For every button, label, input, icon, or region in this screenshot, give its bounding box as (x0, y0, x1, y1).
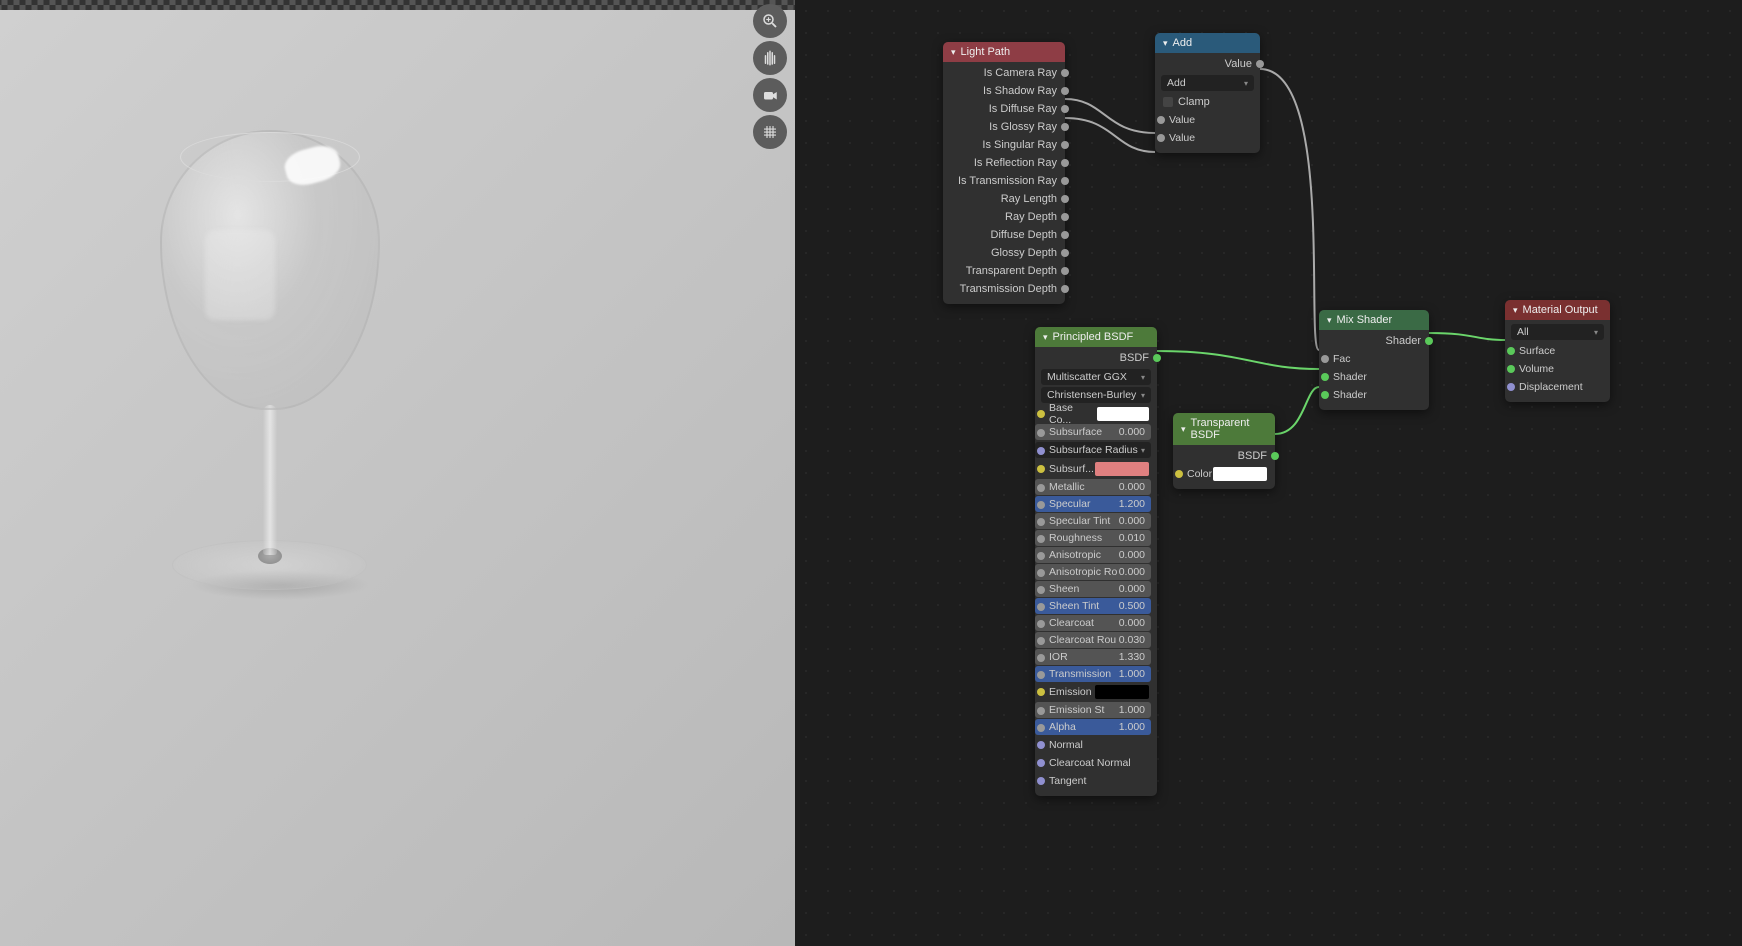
param-specular[interactable]: Specular1.200 (1035, 496, 1151, 512)
chevron-down-icon: ▾ (1513, 305, 1518, 316)
input-normal[interactable]: Normal (1035, 736, 1157, 754)
node-header[interactable]: ▾ Mix Shader (1319, 310, 1429, 330)
node-title: Mix Shader (1337, 314, 1393, 326)
input-volume[interactable]: Volume (1505, 360, 1610, 378)
output-glossy-depth[interactable]: Glossy Depth (943, 244, 1065, 262)
output-is-reflection-ray[interactable]: Is Reflection Ray (943, 154, 1065, 172)
node-title: Principled BSDF (1053, 331, 1134, 343)
node-title: Transparent BSDF (1191, 417, 1267, 441)
output-shader[interactable]: Shader (1319, 332, 1429, 350)
input-fac[interactable]: Fac (1319, 350, 1429, 368)
output-transmission-depth[interactable]: Transmission Depth (943, 280, 1065, 298)
node-header[interactable]: ▾ Material Output (1505, 300, 1610, 320)
output-value[interactable]: Value (1155, 55, 1260, 73)
node-principled-bsdf[interactable]: ▾Principled BSDF BSDF Multiscatter GGX▾ … (1035, 327, 1157, 796)
camera-icon[interactable] (753, 78, 787, 112)
distribution-dropdown[interactable]: Multiscatter GGX▾ (1041, 369, 1151, 385)
param-subsurface[interactable]: Subsurface0.000 (1035, 424, 1151, 440)
output-is-shadow-ray[interactable]: Is Shadow Ray (943, 82, 1065, 100)
param-transmission[interactable]: Transmission1.000 (1035, 666, 1151, 682)
chevron-down-icon: ▾ (1181, 424, 1186, 435)
param-subsurf---[interactable]: Subsurf... (1035, 460, 1157, 478)
param-subsurface-radius[interactable]: Subsurface Radius▾ (1035, 442, 1151, 458)
output-is-singular-ray[interactable]: Is Singular Ray (943, 136, 1065, 154)
param-sheen-tint[interactable]: Sheen Tint0.500 (1035, 598, 1151, 614)
param-sheen[interactable]: Sheen0.000 (1035, 581, 1151, 597)
chevron-down-icon: ▾ (1163, 38, 1168, 49)
pan-icon[interactable] (753, 41, 787, 75)
node-header[interactable]: ▾ Add (1155, 33, 1260, 53)
output-diffuse-depth[interactable]: Diffuse Depth (943, 226, 1065, 244)
node-title: Material Output (1523, 304, 1598, 316)
color-swatch[interactable] (1097, 407, 1149, 421)
input-tangent[interactable]: Tangent (1035, 772, 1157, 790)
param-emission[interactable]: Emission (1035, 683, 1157, 701)
chevron-down-icon: ▾ (1327, 315, 1332, 326)
param-roughness[interactable]: Roughness0.010 (1035, 530, 1151, 546)
node-editor[interactable]: ▾Light Path Is Camera RayIs Shadow RayIs… (795, 0, 1742, 946)
clamp-checkbox[interactable]: Clamp (1155, 93, 1260, 111)
output-is-diffuse-ray[interactable]: Is Diffuse Ray (943, 100, 1065, 118)
glass-3d-render (130, 130, 410, 650)
node-header[interactable]: ▾ Principled BSDF (1035, 327, 1157, 347)
input-displacement[interactable]: Displacement (1505, 378, 1610, 396)
param-emission-st[interactable]: Emission St1.000 (1035, 702, 1151, 718)
param-anisotropic[interactable]: Anisotropic0.000 (1035, 547, 1151, 563)
output-ray-depth[interactable]: Ray Depth (943, 208, 1065, 226)
grid-icon[interactable] (753, 115, 787, 149)
color-swatch[interactable] (1213, 467, 1267, 481)
param-clearcoat-rou[interactable]: Clearcoat Rou0.030 (1035, 632, 1151, 648)
output-ray-length[interactable]: Ray Length (943, 190, 1065, 208)
color-input[interactable]: Color (1173, 465, 1275, 483)
operation-dropdown[interactable]: Add▾ (1161, 75, 1254, 91)
output-is-transmission-ray[interactable]: Is Transmission Ray (943, 172, 1065, 190)
input-shader-2[interactable]: Shader (1319, 386, 1429, 404)
node-add-math[interactable]: ▾ Add Value Add▾ Clamp Value Value (1155, 33, 1260, 153)
input-shader-1[interactable]: Shader (1319, 368, 1429, 386)
output-bsdf[interactable]: BSDF (1173, 447, 1275, 465)
param-ior[interactable]: IOR1.330 (1035, 649, 1151, 665)
input-value-2[interactable]: Value (1155, 129, 1260, 147)
output-is-glossy-ray[interactable]: Is Glossy Ray (943, 118, 1065, 136)
node-transparent-bsdf[interactable]: ▾ Transparent BSDF BSDF Color (1173, 413, 1275, 489)
sss-method-dropdown[interactable]: Christensen-Burley▾ (1041, 387, 1151, 403)
param-anisotropic-ro[interactable]: Anisotropic Ro0.000 (1035, 564, 1151, 580)
input-value-1[interactable]: Value (1155, 111, 1260, 129)
transparency-checker (0, 0, 795, 10)
base-color-input[interactable]: Base Co... (1035, 405, 1157, 423)
param-clearcoat[interactable]: Clearcoat0.000 (1035, 615, 1151, 631)
param-alpha[interactable]: Alpha1.000 (1035, 719, 1151, 735)
target-dropdown[interactable]: All▾ (1511, 324, 1604, 340)
node-material-output[interactable]: ▾ Material Output All▾ Surface Volume Dis… (1505, 300, 1610, 402)
chevron-down-icon: ▾ (1043, 332, 1048, 343)
render-viewport[interactable] (0, 0, 795, 946)
zoom-icon[interactable] (753, 4, 787, 38)
node-mix-shader[interactable]: ▾ Mix Shader Shader Fac Shader Shader (1319, 310, 1429, 410)
node-light-path[interactable]: ▾Light Path Is Camera RayIs Shadow RayIs… (943, 42, 1065, 304)
output-bsdf[interactable]: BSDF (1035, 349, 1157, 367)
node-title: Add (1173, 37, 1193, 49)
viewport-gizmos (753, 4, 787, 149)
output-is-camera-ray[interactable]: Is Camera Ray (943, 64, 1065, 82)
input-clearcoat-normal[interactable]: Clearcoat Normal (1035, 754, 1157, 772)
node-header[interactable]: ▾ Transparent BSDF (1173, 413, 1275, 445)
node-header[interactable]: ▾ Light Path (943, 42, 1065, 62)
input-surface[interactable]: Surface (1505, 342, 1610, 360)
chevron-down-icon: ▾ (951, 47, 956, 58)
param-metallic[interactable]: Metallic0.000 (1035, 479, 1151, 495)
node-title: Light Path (961, 46, 1011, 58)
output-transparent-depth[interactable]: Transparent Depth (943, 262, 1065, 280)
param-specular-tint[interactable]: Specular Tint0.000 (1035, 513, 1151, 529)
